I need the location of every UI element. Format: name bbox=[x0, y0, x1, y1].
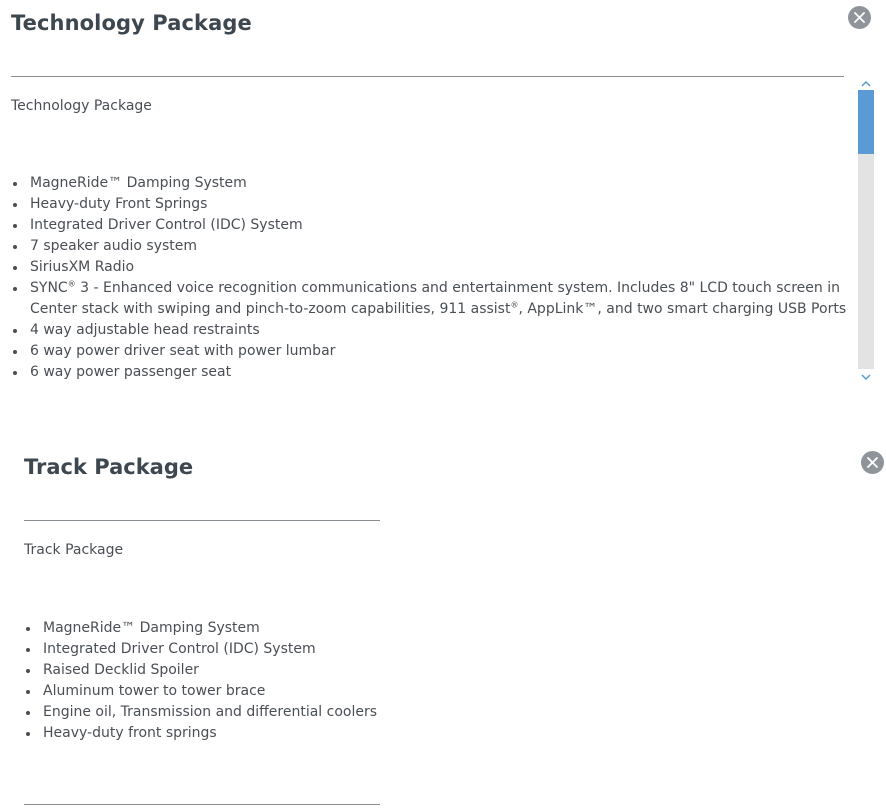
divider bbox=[24, 520, 380, 521]
scroll-track[interactable] bbox=[858, 90, 874, 369]
list-item: Heavy-duty front springs bbox=[24, 723, 404, 744]
close-icon bbox=[867, 457, 878, 468]
divider bbox=[24, 804, 380, 805]
sync-text-1: SYNC bbox=[30, 280, 68, 296]
feature-list: MagneRide™ Damping System Heavy-duty Fro… bbox=[11, 173, 847, 383]
close-icon bbox=[854, 12, 865, 23]
feature-list: MagneRide™ Damping System Integrated Dri… bbox=[24, 618, 404, 744]
sync-text-3: , AppLink™, and two smart charging USB P… bbox=[518, 301, 847, 317]
scroll-up-button[interactable] bbox=[857, 78, 875, 90]
package-subtitle: Technology Package bbox=[11, 98, 152, 114]
panel-title: Technology Package bbox=[11, 11, 252, 35]
list-item: SYNC® 3 - Enhanced voice recognition com… bbox=[11, 278, 847, 320]
vertical-scrollbar[interactable] bbox=[857, 78, 875, 384]
list-item: Raised Decklid Spoiler bbox=[24, 660, 404, 681]
list-item: 4 way adjustable head restraints bbox=[11, 320, 847, 341]
list-item: MagneRide™ Damping System bbox=[11, 173, 847, 194]
scroll-thumb[interactable] bbox=[858, 90, 874, 154]
list-item: Aluminum tower to tower brace bbox=[24, 681, 404, 702]
track-package-panel: Track Package Track Package MagneRide™ D… bbox=[0, 440, 886, 812]
divider bbox=[11, 76, 844, 77]
panel-title: Track Package bbox=[24, 455, 194, 479]
list-item: Integrated Driver Control (IDC) System bbox=[11, 215, 847, 236]
chevron-up-icon bbox=[861, 81, 871, 87]
close-button[interactable] bbox=[848, 6, 871, 29]
chevron-down-icon bbox=[861, 374, 871, 380]
close-button[interactable] bbox=[861, 451, 884, 474]
list-item: MagneRide™ Damping System bbox=[24, 618, 404, 639]
registered-mark: ® bbox=[67, 279, 76, 289]
list-item: 7 speaker audio system bbox=[11, 236, 847, 257]
package-subtitle: Track Package bbox=[24, 542, 124, 558]
technology-package-panel: Technology Package Technology Package Ma… bbox=[0, 0, 886, 400]
list-item: Heavy-duty Front Springs bbox=[11, 194, 847, 215]
list-item: Engine oil, Transmission and differentia… bbox=[24, 702, 404, 723]
scroll-down-button[interactable] bbox=[857, 371, 875, 383]
list-item: Integrated Driver Control (IDC) System bbox=[24, 639, 404, 660]
list-item: 6 way power driver seat with power lumba… bbox=[11, 341, 847, 362]
list-item: 6 way power passenger seat bbox=[11, 362, 847, 383]
list-item: SiriusXM Radio bbox=[11, 257, 847, 278]
